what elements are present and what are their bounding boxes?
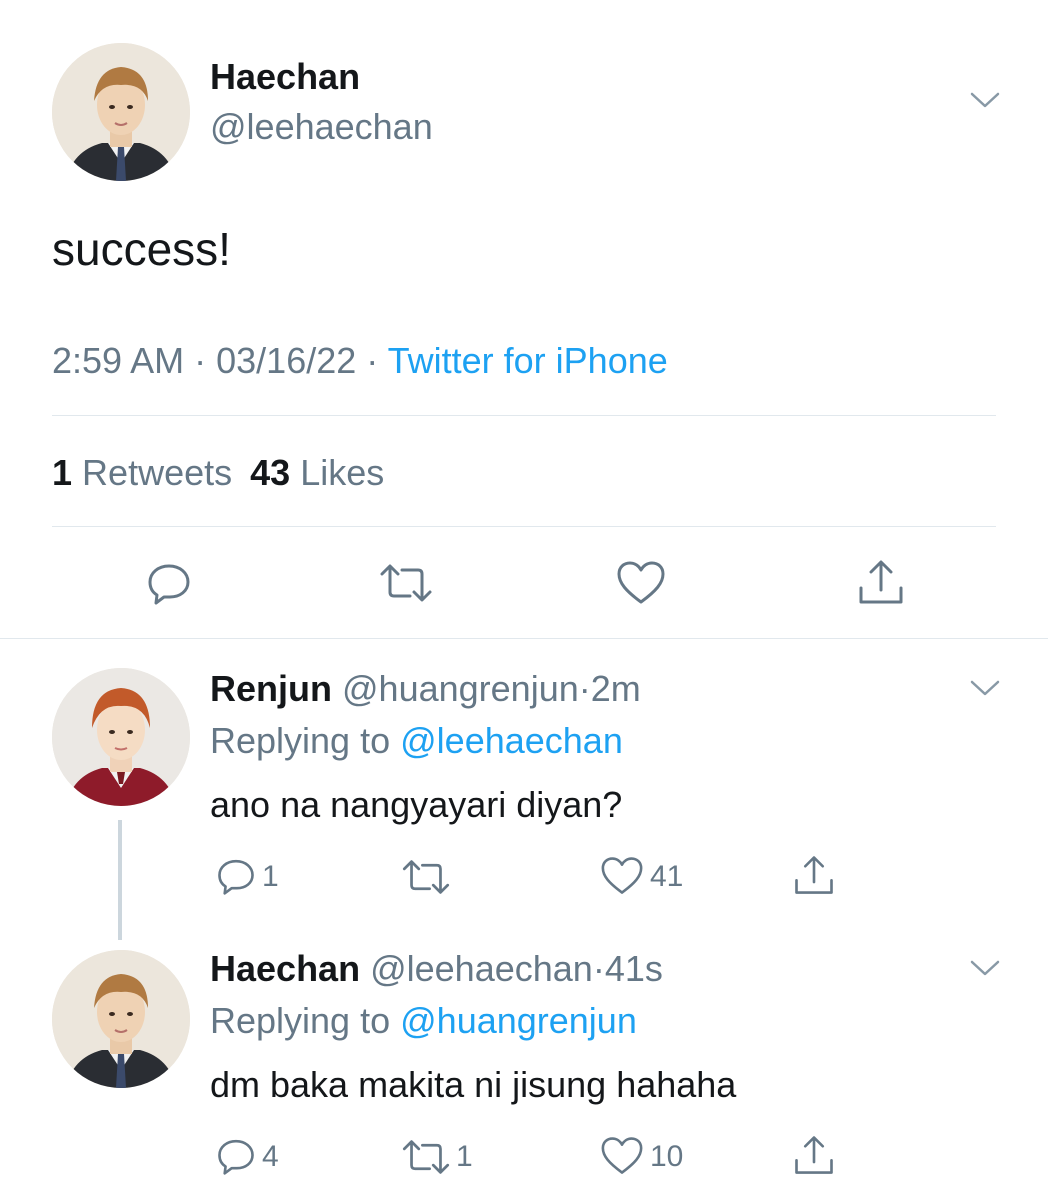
like-icon[interactable] [600, 1136, 644, 1176]
meta-separator: · [578, 668, 591, 709]
retweet-icon[interactable] [400, 1138, 452, 1176]
like-count: 10 [650, 1140, 684, 1173]
thread-connector [118, 820, 122, 940]
reply-icon[interactable] [216, 856, 256, 896]
replying-to: Replying to @leehaechan [210, 720, 623, 762]
share-icon[interactable] [792, 1134, 836, 1176]
retweet-label: Retweets [82, 452, 233, 493]
divider [0, 638, 1048, 639]
reply-author-handle[interactable]: @leehaechan [370, 948, 593, 989]
avatar-haechan[interactable] [52, 950, 190, 1088]
tweet-source-link[interactable]: Twitter for iPhone [388, 340, 668, 381]
reply-time: 41s [604, 948, 663, 989]
reply-icon[interactable] [146, 560, 192, 606]
chevron-down-icon[interactable] [970, 958, 1000, 978]
retweets-stat[interactable]: 1 Retweets [52, 452, 242, 493]
tweet-time: 2:59 AM [52, 340, 185, 381]
replying-to: Replying to @huangrenjun [210, 1000, 637, 1042]
meta-separator: · [194, 340, 207, 381]
author-handle[interactable]: @leehaechan [210, 106, 433, 148]
share-icon[interactable] [792, 854, 836, 896]
divider [52, 526, 996, 527]
like-icon[interactable] [616, 560, 666, 606]
divider [52, 415, 996, 416]
reply-author-name[interactable]: Haechan [210, 948, 360, 989]
reply-icon[interactable] [216, 1136, 256, 1176]
like-count: 41 [650, 860, 684, 893]
retweet-count: 1 [52, 452, 73, 493]
avatar-renjun[interactable] [52, 668, 190, 806]
like-label: Likes [300, 452, 385, 493]
retweet-count: 1 [456, 1140, 473, 1173]
like-count: 43 [250, 452, 291, 493]
meta-separator: · [592, 948, 605, 989]
tweet-date: 03/16/22 [216, 340, 357, 381]
reply-author-handle[interactable]: @huangrenjun [342, 668, 579, 709]
replying-to-link[interactable]: @huangrenjun [400, 1000, 637, 1041]
reply-text: ano na nangyayari diyan? [210, 784, 623, 825]
reply-header: Renjun @huangrenjun·2m [210, 668, 641, 710]
replying-label: Replying to [210, 720, 391, 761]
engagement-stats: 1 Retweets 43 Likes [52, 452, 384, 494]
retweet-icon[interactable] [378, 562, 434, 604]
avatar-haechan[interactable] [52, 43, 190, 181]
reply-time: 2m [590, 668, 641, 709]
replying-to-link[interactable]: @leehaechan [400, 720, 623, 761]
reply-author-name[interactable]: Renjun [210, 668, 332, 709]
meta-separator: · [366, 340, 379, 381]
author-name[interactable]: Haechan [210, 56, 360, 98]
reply-count: 4 [262, 1140, 279, 1173]
chevron-down-icon[interactable] [970, 90, 1000, 110]
chevron-down-icon[interactable] [970, 678, 1000, 698]
tweet-meta: 2:59 AM · 03/16/22 · Twitter for iPhone [52, 340, 668, 382]
retweet-icon[interactable] [400, 858, 452, 896]
reply-text: dm baka makita ni jisung hahaha [210, 1064, 737, 1105]
tweet-text: success! [52, 223, 231, 275]
replying-label: Replying to [210, 1000, 391, 1041]
likes-stat[interactable]: 43 Likes [250, 452, 384, 493]
like-icon[interactable] [600, 856, 644, 896]
reply-header: Haechan @leehaechan·41s [210, 948, 663, 990]
share-icon[interactable] [856, 558, 906, 606]
reply-count: 1 [262, 860, 279, 893]
